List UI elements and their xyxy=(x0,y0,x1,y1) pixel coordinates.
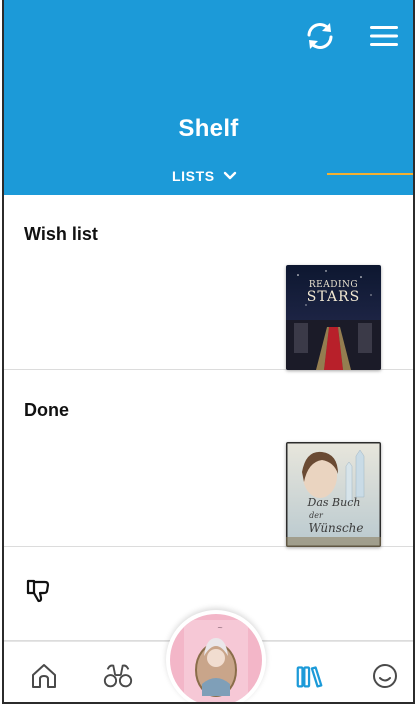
hamburger-menu-icon xyxy=(370,26,398,46)
tab-lists[interactable]: LISTS xyxy=(172,164,237,188)
current-book-cover: ~ xyxy=(170,614,262,702)
tab-indicator xyxy=(327,173,413,175)
book-cover-reading-stars[interactable]: READING STARS xyxy=(286,265,381,370)
cover-title-line2: STARS xyxy=(307,289,360,305)
cover-title-line1: Das Buch xyxy=(307,496,361,509)
cover-title-line3: Wünsche xyxy=(308,521,363,535)
sync-icon xyxy=(307,23,333,49)
menu-button[interactable] xyxy=(364,18,404,54)
book-cover-art: Das Buch der Wünsche xyxy=(286,442,381,547)
app-frame: Shelf LISTS Wish list READING STARS Done… xyxy=(2,0,415,704)
svg-text:~: ~ xyxy=(217,624,223,632)
book-cover-das-buch-der-wuensche[interactable]: Das Buch der Wünsche xyxy=(286,442,381,547)
tab-lists-label: LISTS xyxy=(172,168,215,184)
done-section[interactable]: Done Das Buch der Wünsche xyxy=(4,370,413,547)
current-book-button[interactable]: ~ xyxy=(166,610,266,702)
binoculars-icon xyxy=(103,664,133,688)
sync-button[interactable] xyxy=(300,18,340,54)
nav-shelf[interactable] xyxy=(294,660,326,692)
chevron-down-icon xyxy=(223,171,236,180)
smiley-icon xyxy=(373,664,397,688)
header: Shelf LISTS xyxy=(4,0,413,195)
wish-list-title: Wish list xyxy=(24,224,98,244)
done-title: Done xyxy=(24,400,69,420)
cover-title-line2: der xyxy=(309,511,324,520)
nav-home[interactable] xyxy=(28,660,60,692)
thumbs-down-icon xyxy=(26,579,50,603)
wish-list-section[interactable]: Wish list READING STARS xyxy=(4,195,413,370)
home-icon xyxy=(32,664,56,688)
nav-profile[interactable] xyxy=(369,660,401,692)
book-cover-art: READING STARS xyxy=(286,265,381,370)
page-title: Shelf xyxy=(178,115,239,142)
books-icon xyxy=(296,666,323,688)
nav-discover[interactable] xyxy=(102,660,134,692)
